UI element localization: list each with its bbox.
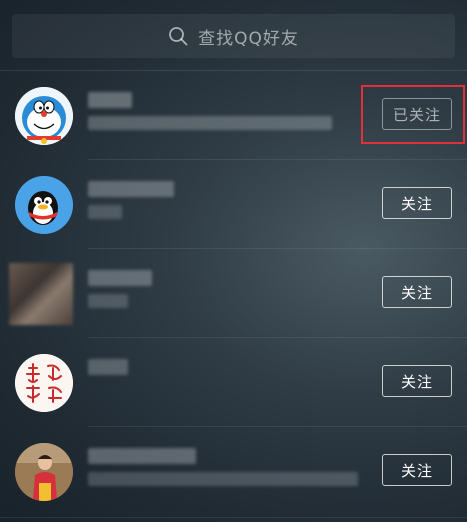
search-bar[interactable]: 查找QQ好友 [12,14,455,58]
avatar[interactable] [15,354,73,412]
contact-info-redacted [88,294,128,308]
contact-name-redacted [88,92,132,108]
contact-name-redacted [88,270,152,286]
divider [0,517,467,518]
contact-name-redacted [88,448,196,464]
search-icon [169,27,188,46]
contact-info-redacted [88,472,358,486]
person-photo-icon [15,443,73,501]
avatar[interactable] [9,263,73,325]
penguin-avatar-icon [15,176,73,234]
follow-button[interactable]: 关注 [382,276,452,308]
follow-button[interactable]: 关注 [382,365,452,397]
doraemon-avatar-icon [15,87,73,145]
list-item[interactable]: 关注 [0,338,467,427]
list-item[interactable]: 关注 [0,427,467,516]
search-placeholder: 查找QQ好友 [198,28,299,49]
avatar[interactable] [15,87,73,145]
list-item[interactable]: 关注 [0,249,467,338]
list-item[interactable]: 关注 [0,160,467,249]
calligraphy-seal-icon [15,354,73,412]
follow-button[interactable]: 关注 [382,454,452,486]
list-item[interactable]: 已关注 [0,71,467,160]
contact-info-redacted [88,205,122,219]
follow-button[interactable]: 关注 [382,187,452,219]
contact-name-redacted [88,181,174,197]
contact-name-redacted [88,359,128,375]
avatar[interactable] [15,443,73,501]
follow-button[interactable]: 已关注 [382,98,452,130]
avatar[interactable] [15,176,73,234]
contact-info-redacted [88,116,332,130]
